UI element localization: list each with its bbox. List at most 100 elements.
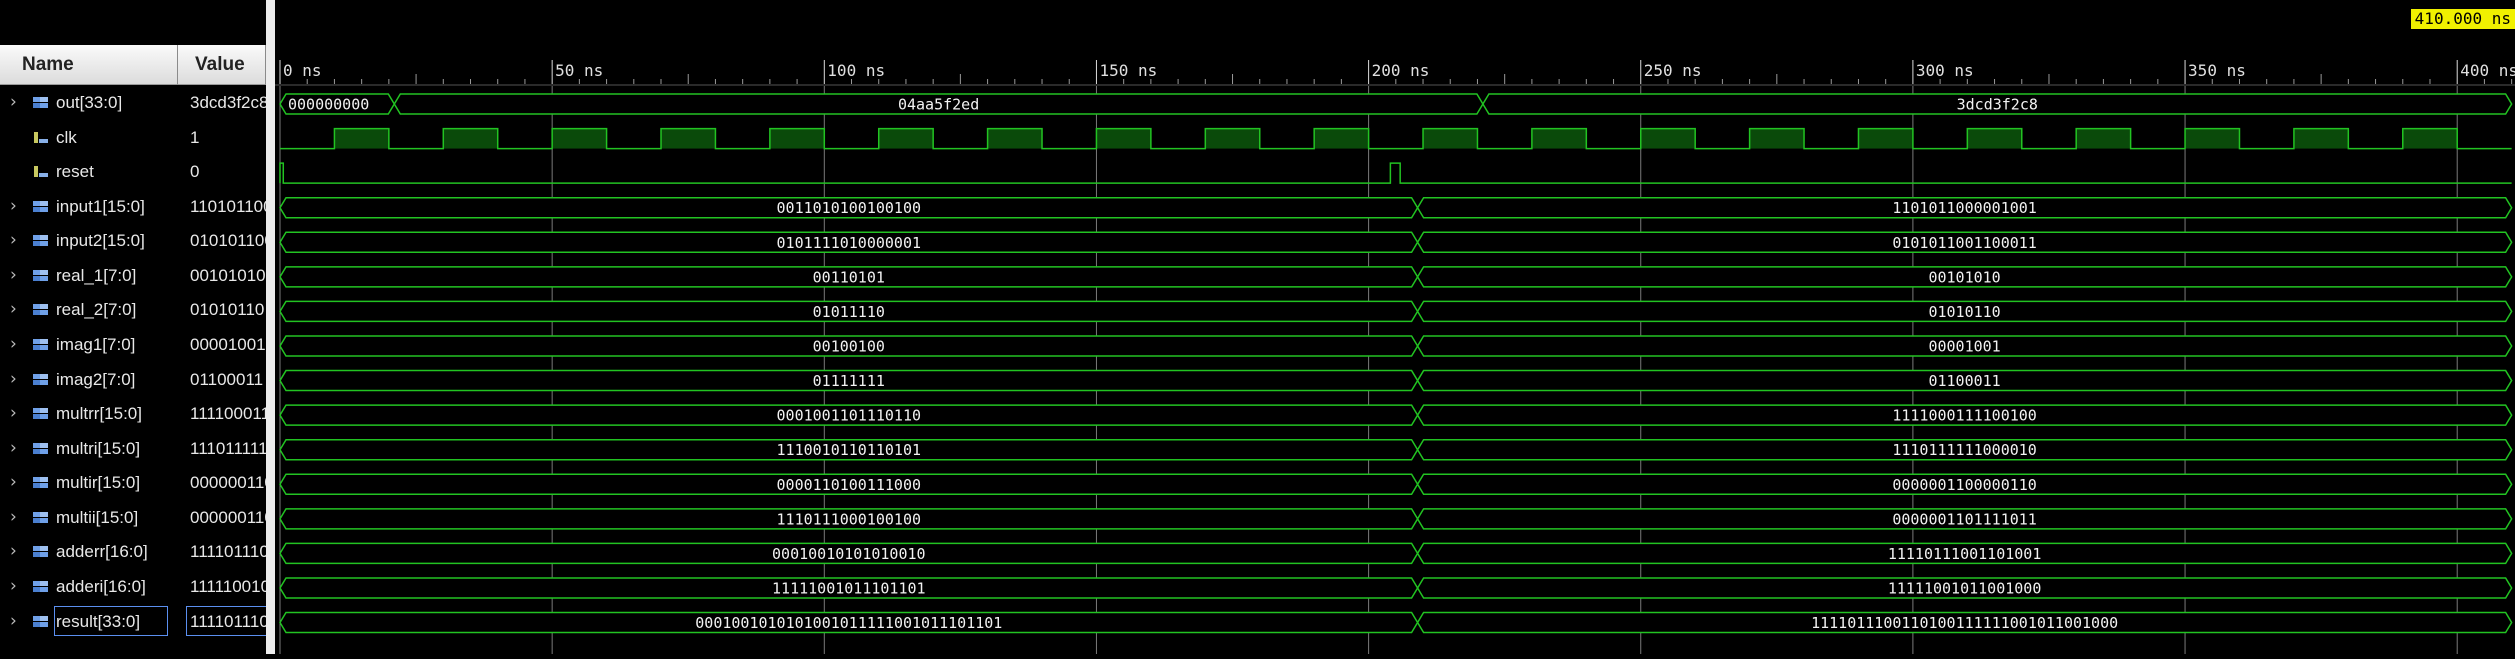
clock-high-fill — [661, 128, 716, 149]
expand-chevron-icon[interactable]: › — [10, 438, 17, 458]
signal-row[interactable]: › input1[15:0] — [0, 191, 178, 225]
signal-row[interactable]: › input2[15:0] — [0, 225, 178, 259]
signal-name: multii[15:0] — [56, 507, 139, 527]
expand-chevron-icon[interactable]: › — [10, 507, 17, 527]
signal-value-cell[interactable]: 1101011000001001 — [178, 191, 266, 225]
signal-name: input2[15:0] — [56, 231, 145, 251]
signal-name: reset — [56, 162, 94, 182]
expand-chevron-icon[interactable]: › — [10, 230, 17, 250]
bus-signal-icon — [32, 268, 50, 283]
signal-name: multrr[15:0] — [56, 404, 142, 424]
clock-high-fill — [334, 128, 389, 149]
expand-chevron-icon[interactable]: › — [10, 403, 17, 423]
bus-value-label: 11110111001101001 — [1888, 545, 2042, 563]
signal-value-cell[interactable]: 11110111001101001 — [178, 536, 266, 570]
clock-high-fill — [1096, 128, 1151, 149]
signal-name-pane: Name › out[33:0] clk reset › input1[15:0] › inp… — [0, 0, 178, 654]
pane-splitter[interactable] — [266, 0, 275, 654]
signal-row[interactable]: › real_2[7:0] — [0, 294, 178, 328]
signal-value-cell[interactable]: 00101010 — [178, 260, 266, 294]
expand-chevron-icon[interactable]: › — [10, 265, 17, 285]
signal-row[interactable]: › imag1[7:0] — [0, 329, 178, 363]
signal-value: 01100011 — [190, 369, 264, 389]
signal-row[interactable]: › adderr[16:0] — [0, 536, 178, 570]
signal-row[interactable]: › real_1[7:0] — [0, 260, 178, 294]
bus-value-label: 00001001 — [1928, 337, 2000, 355]
signal-value-cell[interactable]: 0000001100000110 — [178, 467, 266, 501]
signal-row[interactable]: reset — [0, 156, 178, 190]
bus-value-label: 0001001101110110 — [777, 407, 922, 425]
bus-value-label: 3dcd3f2c8 — [1957, 96, 2038, 114]
cursor-time-marker[interactable]: 410.000 ns — [2410, 9, 2515, 29]
ruler-tick-label: 0 ns — [283, 61, 322, 80]
signal-row[interactable]: › out[33:0] — [0, 87, 178, 121]
clock-high-fill — [2076, 128, 2131, 149]
expand-chevron-icon[interactable]: › — [10, 541, 17, 561]
signal-row[interactable]: › multir[15:0] — [0, 467, 178, 501]
ruler-tick-label: 350 ns — [2188, 61, 2246, 80]
name-column-header[interactable]: Name — [0, 45, 178, 85]
bus-value-label: 00101010 — [1928, 268, 2000, 286]
bit-signal-icon — [32, 130, 50, 145]
clock-high-fill — [443, 128, 498, 149]
expand-chevron-icon[interactable]: › — [10, 472, 17, 492]
clock-high-fill — [2293, 128, 2349, 149]
bus-value-label: 0000110100111000 — [777, 476, 922, 494]
signal-value-cell[interactable]: 1 — [178, 122, 266, 156]
bit-waveform — [279, 162, 2512, 184]
signal-value-cell[interactable]: 0 — [178, 156, 266, 190]
signal-row[interactable]: › imag2[7:0] — [0, 364, 178, 398]
expand-chevron-icon[interactable]: › — [10, 299, 17, 319]
signal-value-cell[interactable]: 00001001 — [178, 329, 266, 363]
expand-chevron-icon[interactable]: › — [10, 196, 17, 216]
signal-value-cell[interactable]: 0000001101111011 — [178, 502, 266, 536]
signal-row[interactable]: › multrr[15:0] — [0, 398, 178, 432]
signal-value-cell[interactable]: 01010110 — [178, 294, 266, 328]
expand-chevron-icon[interactable]: › — [10, 369, 17, 389]
signal-value: 00001001 — [190, 334, 266, 354]
clock-high-fill — [1531, 128, 1587, 149]
signal-row[interactable]: › result[33:0] — [0, 605, 178, 640]
signal-value-cell[interactable]: 01100011 — [178, 364, 266, 398]
signal-name: real_1[7:0] — [56, 265, 137, 285]
signal-row[interactable]: › multri[15:0] — [0, 433, 178, 467]
bus-signal-icon — [32, 475, 50, 490]
clock-high-fill — [1749, 128, 1805, 149]
signal-row[interactable]: › multii[15:0] — [0, 502, 178, 536]
clock-high-fill — [2402, 128, 2458, 149]
signal-value: 3dcd3f2c8 — [190, 93, 266, 112]
signal-name: adderr[16:0] — [56, 542, 148, 562]
bus-value-label: 01111111 — [813, 372, 885, 390]
bus-signal-icon — [32, 510, 50, 525]
ruler-tick-label: 150 ns — [1099, 61, 1157, 80]
waveform-canvas[interactable]: 0 ns 50 ns 100 ns 150 ns 200 ns 250 ns 300 ns 3… — [275, 0, 2515, 654]
signal-row[interactable]: clk — [0, 122, 178, 156]
bus-value-label: 0000001100000110 — [1892, 476, 2037, 494]
bus-value-label: 1110010110110101 — [777, 441, 922, 459]
bus-value-label: 00110101 — [813, 268, 885, 286]
bus-signal-icon — [32, 199, 50, 214]
bus-signal-icon — [32, 372, 50, 387]
signal-value-cell[interactable]: 3dcd3f2c8 — [178, 87, 266, 121]
bus-signal-icon — [32, 579, 50, 594]
clock-high-fill — [2185, 128, 2240, 149]
expand-chevron-icon[interactable]: › — [10, 92, 17, 112]
signal-value-cell[interactable]: 11111001011001000 — [178, 571, 266, 605]
signal-value-cell[interactable]: 1111011100110100111111001011001000 — [178, 605, 266, 640]
expand-chevron-icon[interactable]: › — [10, 334, 17, 354]
signal-value: 0101011001100011 — [190, 231, 266, 251]
signal-name: imag1[7:0] — [56, 334, 136, 354]
bus-value-label: 11111001011001000 — [1888, 579, 2042, 597]
value-column-header[interactable]: Value — [178, 45, 266, 85]
bus-value-label: 1110111000100100 — [777, 510, 922, 528]
signal-name: input1[15:0] — [56, 196, 145, 216]
signal-value-cell[interactable]: 1111000111100100 — [178, 398, 266, 432]
signal-value-cell[interactable]: 0101011001100011 — [178, 225, 266, 259]
bus-value-label: 11111001011101101 — [772, 579, 926, 597]
expand-chevron-icon[interactable]: › — [10, 611, 17, 631]
signal-value-cell[interactable]: 1110111111000010 — [178, 433, 266, 467]
expand-chevron-icon[interactable]: › — [10, 576, 17, 596]
signal-row[interactable]: › adderi[16:0] — [0, 571, 178, 605]
waveform-pane[interactable]: 0 ns 50 ns 100 ns 150 ns 200 ns 250 ns 300 ns 3… — [275, 0, 2515, 654]
bus-value-label: 0101011001100011 — [1892, 234, 2037, 252]
